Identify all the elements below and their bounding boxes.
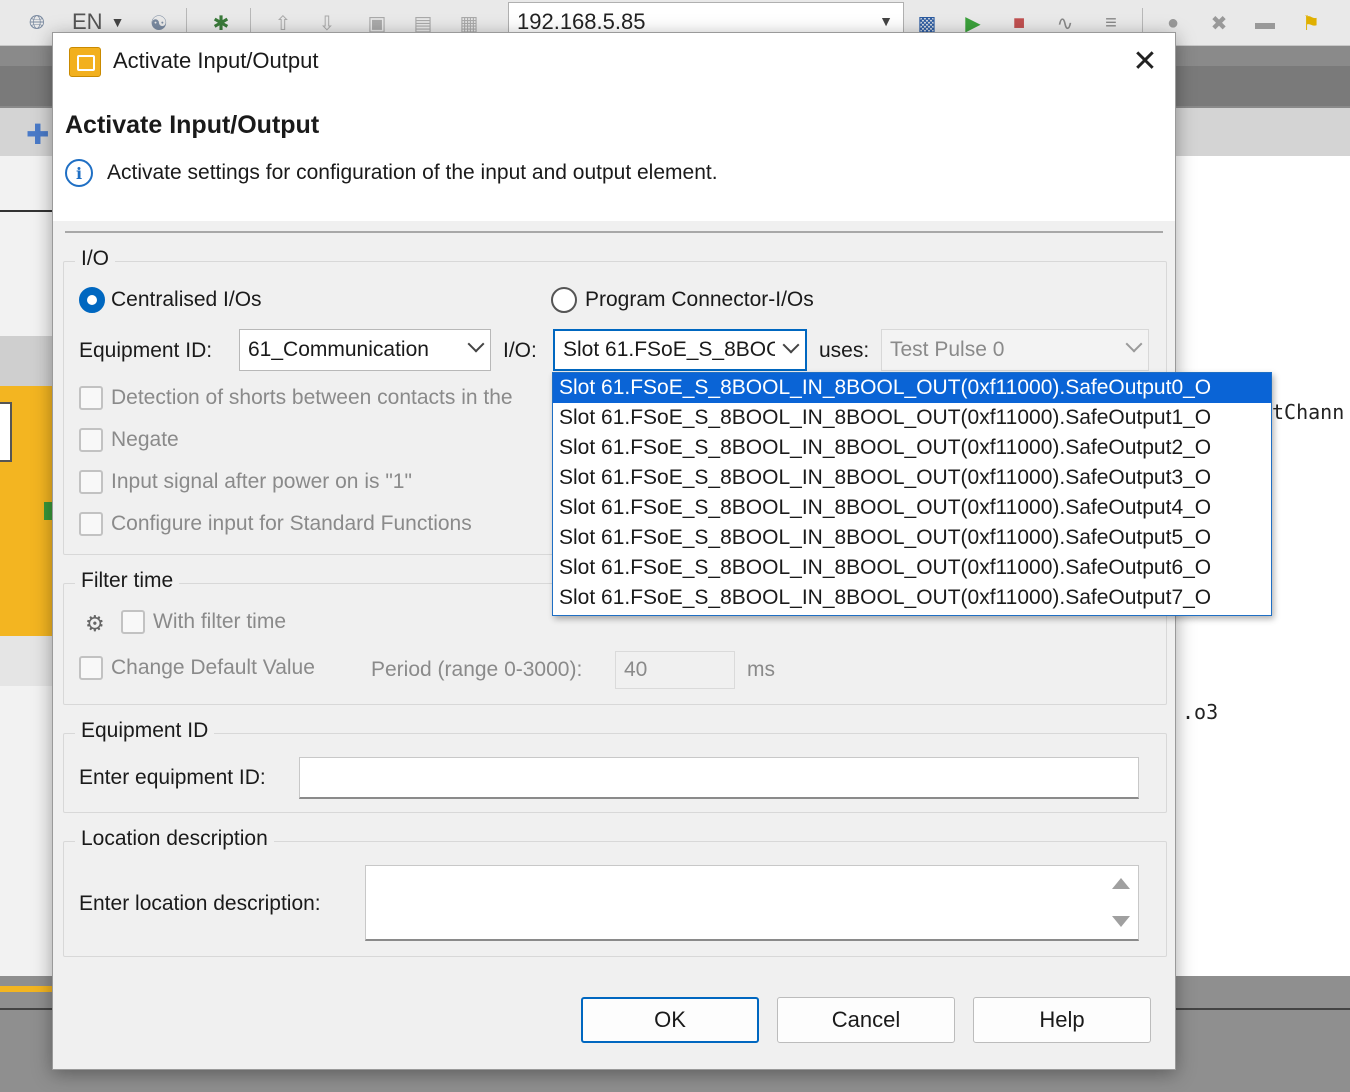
uses-value: Test Pulse 0 [890, 338, 1005, 361]
header-description: Activate settings for configuration of t… [107, 161, 718, 184]
uses-label: uses: [819, 339, 870, 362]
chevron-down-icon [782, 336, 800, 354]
cancel-button[interactable]: Cancel [777, 997, 955, 1043]
location-description-textarea[interactable] [365, 865, 1139, 941]
app-icon [69, 47, 101, 77]
chevron-down-icon [467, 335, 485, 353]
close-icon: ✕ [1132, 44, 1158, 78]
io-option[interactable]: Slot 61.FSoE_S_8BOOL_IN_8BOOL_OUT(0xf110… [553, 463, 1271, 493]
user-remove-icon[interactable]: ✖ [1204, 8, 1234, 38]
period-label: Period (range 0-3000): [371, 658, 583, 681]
info-icon: i [65, 159, 93, 187]
background-code-text: tChann [1272, 400, 1345, 424]
close-button[interactable]: ✕ [1125, 41, 1165, 81]
shorts-detection-checkbox[interactable] [79, 386, 103, 410]
background-block [0, 636, 52, 686]
key-icon[interactable]: ⚑ [1296, 8, 1326, 38]
power-on-signal-label: Input signal after power on is "1" [111, 470, 412, 493]
dialog-titlebar: Activate Input/Output ✕ [53, 33, 1175, 91]
io-option[interactable]: Slot 61.FSoE_S_8BOOL_IN_8BOOL_OUT(0xf110… [553, 523, 1271, 553]
with-filter-time-label: With filter time [153, 610, 287, 633]
power-on-signal-checkbox[interactable] [79, 470, 103, 494]
background-block [0, 336, 52, 386]
standard-functions-label: Configure input for Standard Functions [111, 512, 472, 535]
program-connector-ios-radio[interactable] [551, 287, 577, 313]
equipment-id-group-label: Equipment ID [75, 719, 215, 743]
background-code-text: .o3 [1182, 700, 1219, 724]
io-option[interactable]: Slot 61.FSoE_S_8BOOL_IN_8BOOL_OUT(0xf110… [553, 553, 1271, 583]
io-group-label: I/O [75, 247, 116, 271]
standard-functions-checkbox[interactable] [79, 512, 103, 536]
chevron-down-icon [1125, 335, 1143, 353]
io-option[interactable]: Slot 61.FSoE_S_8BOOL_IN_8BOOL_OUT(0xf110… [553, 403, 1271, 433]
enter-equipment-id-label: Enter equipment ID: [79, 766, 266, 789]
negate-checkbox[interactable] [79, 428, 103, 452]
help-button[interactable]: Help [973, 997, 1151, 1043]
header-title: Activate Input/Output [65, 111, 320, 139]
background-accent-line [0, 986, 52, 992]
globe-icon[interactable]: 🌐︎ [22, 8, 52, 38]
io-combo-value: Slot 61.FSoE_S_8BOOL_IN_8BOOL_OUT(0xf110… [563, 338, 775, 361]
background-divider [0, 210, 52, 212]
io-label: I/O: [503, 339, 537, 362]
background-block-port [0, 402, 12, 462]
enter-location-description-label: Enter location description: [79, 892, 321, 915]
equipment-id-value: 61_Communication [248, 338, 429, 361]
with-filter-time-checkbox[interactable] [121, 610, 145, 634]
program-connector-ios-label[interactable]: Program Connector-I/Os [585, 288, 814, 312]
chevron-down-icon: ▼ [879, 13, 893, 29]
scroll-up-icon[interactable] [1112, 878, 1130, 889]
equipment-id-combo[interactable]: 61_Communication [239, 329, 491, 371]
ok-button[interactable]: OK [581, 997, 759, 1043]
negate-label: Negate [111, 428, 179, 451]
io-option[interactable]: Slot 61.FSoE_S_8BOOL_IN_8BOOL_OUT(0xf110… [553, 583, 1271, 613]
shorts-detection-label: Detection of shorts between contacts in … [111, 386, 513, 409]
uses-combo[interactable]: Test Pulse 0 [881, 329, 1149, 371]
io-option[interactable]: Slot 61.FSoE_S_8BOOL_IN_8BOOL_OUT(0xf110… [553, 433, 1271, 463]
panel-icon[interactable]: ▬ [1250, 8, 1280, 38]
chevron-down-icon: ▼ [110, 14, 125, 30]
dialog-header: Activate Input/Output i Activate setting… [53, 91, 1175, 221]
add-icon[interactable]: ✚ [26, 118, 49, 151]
background-function-block [0, 386, 52, 636]
equipment-id-input[interactable] [299, 757, 1139, 799]
dialog-title: Activate Input/Output [113, 48, 319, 73]
change-default-value-label: Change Default Value [111, 656, 315, 679]
background-block-pin [44, 502, 52, 520]
io-combo[interactable]: Slot 61.FSoE_S_8BOOL_IN_8BOOL_OUT(0xf110… [553, 329, 807, 371]
centralised-ios-label[interactable]: Centralised I/Os [111, 288, 262, 312]
io-dropdown-list: Slot 61.FSoE_S_8BOOL_IN_8BOOL_OUT(0xf110… [552, 372, 1272, 616]
centralised-ios-radio[interactable] [79, 287, 105, 313]
period-input[interactable]: 40 [615, 651, 735, 689]
filter-tool-icon: ⚙ [85, 611, 105, 636]
header-separator [65, 231, 1163, 233]
io-option[interactable]: Slot 61.FSoE_S_8BOOL_IN_8BOOL_OUT(0xf110… [553, 373, 1271, 403]
location-description-group-label: Location description [75, 827, 274, 851]
change-default-value-checkbox[interactable] [79, 656, 103, 680]
filter-time-label: Filter time [75, 569, 180, 593]
io-option[interactable]: Slot 61.FSoE_S_8BOOL_IN_8BOOL_OUT(0xf110… [553, 493, 1271, 523]
equipment-id-label: Equipment ID: [79, 339, 213, 362]
scroll-down-icon[interactable] [1112, 916, 1130, 927]
period-unit: ms [747, 658, 775, 681]
